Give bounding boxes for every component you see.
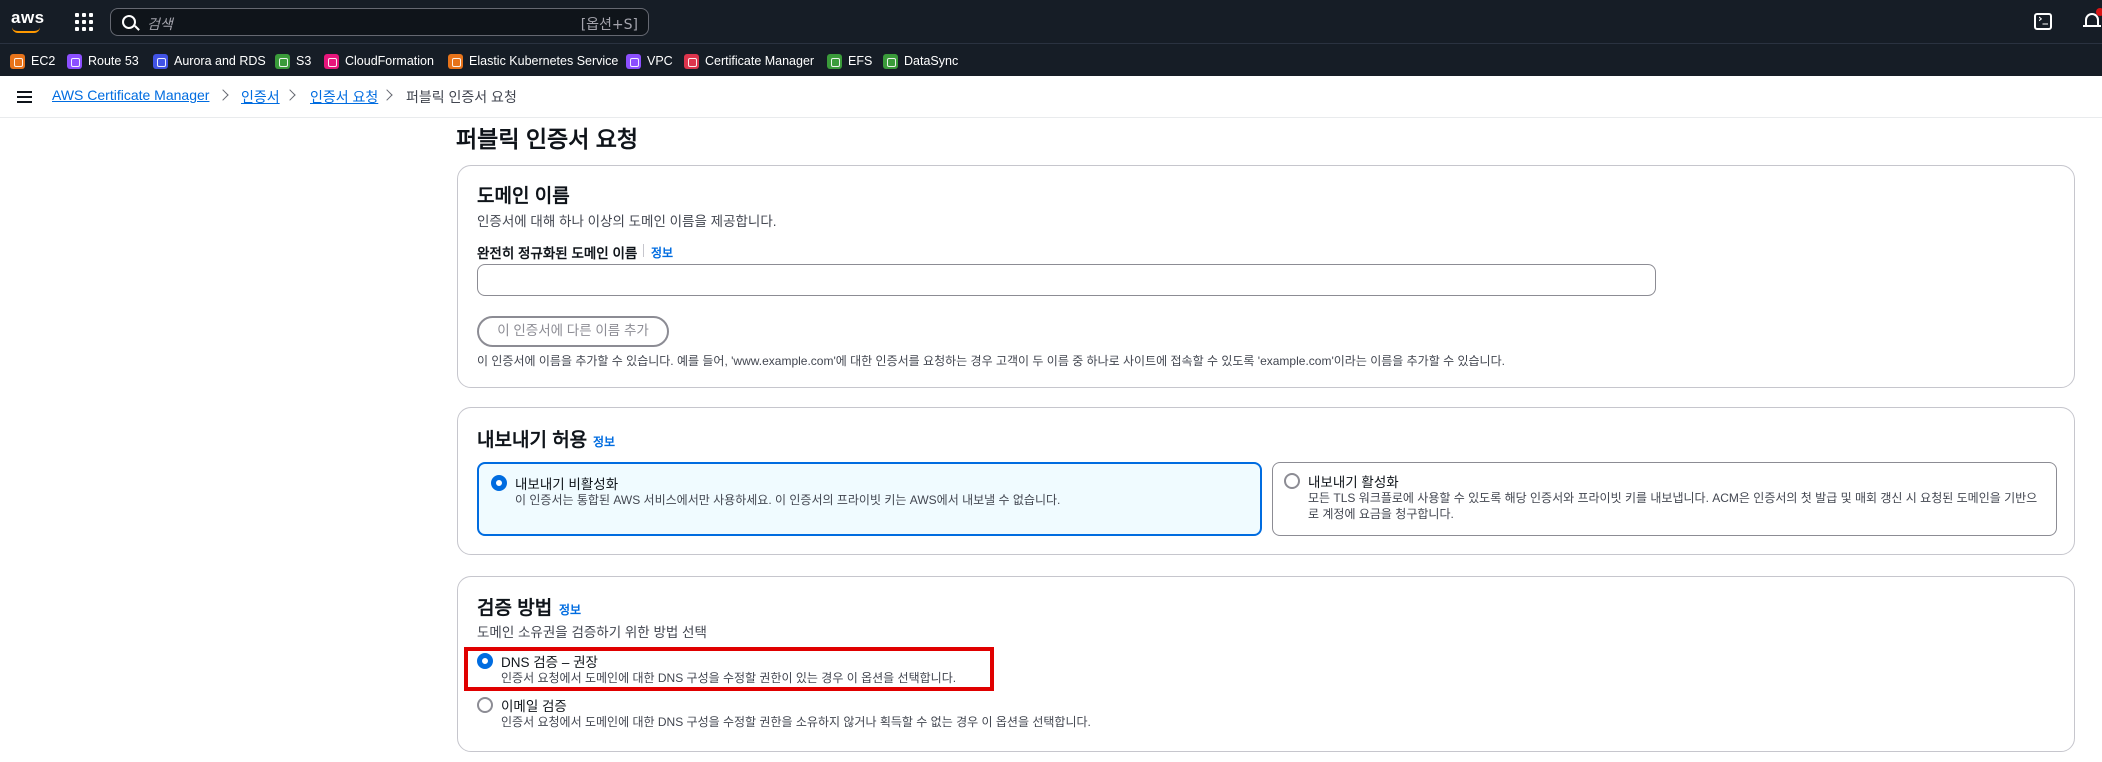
bell-icon[interactable] bbox=[2083, 8, 2102, 29]
validation-info-link[interactable]: 정보 bbox=[559, 601, 581, 618]
breadcrumb-current: 퍼블릭 인증서 요청 bbox=[406, 89, 517, 105]
email-validation-title[interactable]: 이메일 검증 bbox=[501, 695, 567, 715]
search-input[interactable]: 검색 [옵션+S] bbox=[110, 8, 649, 36]
chevron-right-icon bbox=[284, 89, 296, 101]
favorite-label: EC2 bbox=[31, 54, 56, 68]
favorite-ec2[interactable]: EC2 bbox=[10, 53, 55, 69]
aws-logo-text: aws bbox=[11, 8, 45, 27]
email-validation-description: 인증서 요청에서 도메인에 대한 DNS 구성을 수정할 권한을 소유하지 않거… bbox=[501, 715, 1091, 729]
export-enable-title: 내보내기 활성화 bbox=[1308, 475, 1399, 490]
favorite-label: DataSync bbox=[904, 54, 959, 68]
export-disable-description: 이 인증서는 통합된 AWS 서비스에서만 사용하세요. 이 인증서의 프라이빗… bbox=[515, 493, 1061, 507]
label-divider bbox=[643, 244, 644, 257]
acm-icon bbox=[684, 53, 699, 69]
aws-logo[interactable]: aws bbox=[10, 8, 44, 34]
chevron-right-icon bbox=[217, 89, 229, 101]
breadcrumb-header: AWS Certificate Manager 인증서 인증서 요청 퍼블릭 인… bbox=[0, 76, 2102, 118]
search-placeholder: 검색 bbox=[147, 17, 173, 33]
favorite-label: Certificate Manager bbox=[705, 54, 815, 68]
validation-section-description: 도메인 소유권을 검증하기 위한 방법 선택 bbox=[477, 625, 707, 640]
export-card: 내보내기 허용 정보 내보내기 비활성화 이 인증서는 통합된 AWS 서비스에… bbox=[457, 407, 2075, 555]
favorite-label: Route 53 bbox=[88, 54, 139, 68]
favorite-eks[interactable]: Elastic Kubernetes Service bbox=[448, 53, 618, 69]
export-enable-radio[interactable] bbox=[1284, 473, 1300, 489]
ec2-icon bbox=[10, 53, 25, 69]
search-icon bbox=[122, 15, 136, 29]
aws-smile-icon bbox=[12, 27, 40, 33]
export-disable-title: 내보내기 비활성화 bbox=[515, 477, 619, 492]
domain-section-description: 인증서에 대해 하나 이상의 도메인 이름을 제공합니다. bbox=[477, 214, 777, 229]
menu-icon[interactable] bbox=[17, 91, 32, 103]
favorite-label: Aurora and RDS bbox=[174, 54, 266, 68]
favorite-certificate-manager[interactable]: Certificate Manager bbox=[684, 53, 814, 69]
chevron-right-icon bbox=[381, 89, 393, 101]
fqdn-input[interactable] bbox=[477, 264, 1656, 296]
domain-section-title: 도메인 이름 bbox=[477, 186, 570, 207]
favorite-cloudformation[interactable]: CloudFormation bbox=[324, 53, 434, 69]
export-disable-option[interactable]: 내보내기 비활성화 이 인증서는 통합된 AWS 서비스에서만 사용하세요. 이… bbox=[477, 462, 1262, 536]
favorite-label: Elastic Kubernetes Service bbox=[469, 54, 619, 68]
fqdn-label: 완전히 정규화된 도메인 이름 bbox=[477, 246, 638, 261]
validation-section-title: 검증 방법 bbox=[477, 598, 553, 619]
highlight-annotation bbox=[464, 647, 994, 691]
notification-dot bbox=[2096, 8, 2102, 16]
top-navigation: aws 검색 [옵션+S] bbox=[0, 0, 2102, 43]
s3-icon bbox=[275, 53, 290, 69]
favorite-label: CloudFormation bbox=[345, 54, 434, 68]
eks-icon bbox=[448, 53, 463, 69]
export-disable-radio[interactable] bbox=[491, 475, 507, 491]
domain-name-card: 도메인 이름 인증서에 대해 하나 이상의 도메인 이름을 제공합니다. 완전히… bbox=[457, 165, 2075, 388]
cloudshell-icon[interactable] bbox=[2034, 12, 2052, 30]
export-enable-option[interactable]: 내보내기 활성화 모든 TLS 워크플로에 사용할 수 있도록 해당 인증서와 … bbox=[1272, 462, 2057, 536]
fqdn-info-link[interactable]: 정보 bbox=[651, 244, 673, 261]
add-name-hint: 이 인증서에 이름을 추가할 수 있습니다. 예를 들어, 'www.examp… bbox=[477, 354, 1505, 368]
cloudformation-icon bbox=[324, 53, 339, 69]
breadcrumb-request-certificate[interactable]: 인증서 요청 bbox=[310, 87, 378, 107]
favorite-s3[interactable]: S3 bbox=[275, 53, 311, 69]
search-shortcut: [옵션+S] bbox=[580, 17, 638, 33]
favorite-label: S3 bbox=[296, 54, 312, 68]
efs-icon bbox=[827, 53, 842, 69]
breadcrumb-acm[interactable]: AWS Certificate Manager bbox=[52, 87, 209, 103]
export-enable-description: 모든 TLS 워크플로에 사용할 수 있도록 해당 인증서와 프라이빗 키를 내… bbox=[1308, 491, 2038, 521]
page-title: 퍼블릭 인증서 요청 bbox=[456, 126, 639, 152]
favorites-bar: EC2 Route 53 Aurora and RDS S3 CloudForm… bbox=[0, 43, 2102, 76]
favorite-vpc[interactable]: VPC bbox=[626, 53, 673, 69]
breadcrumb-certificates[interactable]: 인증서 bbox=[241, 87, 280, 107]
add-name-button[interactable]: 이 인증서에 다른 이름 추가 bbox=[477, 316, 669, 347]
services-grid-icon[interactable] bbox=[75, 13, 93, 31]
email-validation-radio[interactable] bbox=[477, 697, 493, 713]
datasync-icon bbox=[883, 53, 898, 69]
vpc-icon bbox=[626, 53, 641, 69]
favorite-route53[interactable]: Route 53 bbox=[67, 53, 139, 69]
favorite-label: VPC bbox=[647, 54, 673, 68]
favorite-efs[interactable]: EFS bbox=[827, 53, 872, 69]
favorite-aurora-rds[interactable]: Aurora and RDS bbox=[153, 53, 266, 69]
favorite-label: EFS bbox=[848, 54, 873, 68]
export-section-title: 내보내기 허용 bbox=[477, 430, 588, 451]
route53-icon bbox=[67, 53, 82, 69]
favorite-datasync[interactable]: DataSync bbox=[883, 53, 958, 69]
export-info-link[interactable]: 정보 bbox=[593, 433, 615, 450]
rds-icon bbox=[153, 53, 168, 69]
